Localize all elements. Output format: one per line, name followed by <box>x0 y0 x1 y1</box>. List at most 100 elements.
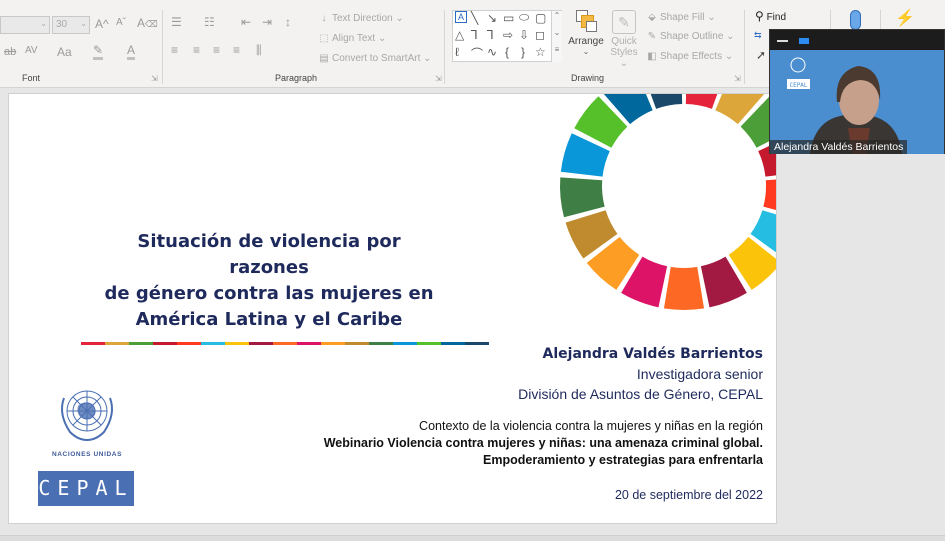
sdg-wheel-segment <box>663 266 705 310</box>
oval-shape-icon[interactable]: ⬭ <box>519 10 529 25</box>
participant-avatar: CEPAL <box>787 57 902 154</box>
minimize-video-icon[interactable] <box>777 40 788 42</box>
divider-color-segment <box>129 342 153 345</box>
video-title-bar[interactable] <box>770 30 944 50</box>
shape-effects-icon: ◧ <box>647 51 657 62</box>
arc-shape-icon[interactable]: ⌒ <box>471 45 483 62</box>
align-left-icon[interactable]: ≡ <box>171 43 178 57</box>
context-line: Contexto de la violencia contra la mujer… <box>419 419 763 433</box>
rounded-rect-shape-icon[interactable]: ▢ <box>535 11 546 25</box>
connector-shape-icon[interactable]: ⅂ <box>471 28 478 42</box>
svg-text:CEPAL: CEPAL <box>789 82 807 89</box>
drawing-dialog-launcher-icon[interactable]: ⇲ <box>734 74 741 83</box>
divider-color-segment <box>369 342 393 345</box>
font-size-value: 30 <box>56 19 68 30</box>
paragraph-group-label: Paragraph <box>275 73 318 83</box>
divider-color-segment <box>225 342 249 345</box>
video-call-window[interactable]: CEPAL Alejandra Valdés Barrientos <box>769 29 945 154</box>
paragraph-dialog-launcher-icon[interactable]: ⇲ <box>435 74 442 83</box>
author-name: Alejandra Valdés Barrientos <box>542 346 763 362</box>
divider-color-segment <box>441 342 465 345</box>
align-right-icon[interactable]: ≡ <box>213 43 220 57</box>
highlight-icon[interactable]: ✎ <box>93 43 104 60</box>
arrange-button[interactable]: Arrange ⌄ <box>568 10 604 56</box>
right-arrow-shape-icon[interactable]: ⇨ <box>503 28 513 42</box>
font-dialog-launcher-icon[interactable]: ⇲ <box>151 74 158 83</box>
rectangle-shape-icon[interactable]: ▭ <box>503 11 514 25</box>
gallery-more-icon[interactable]: ≡ <box>551 45 562 62</box>
bullets-icon[interactable]: ☰ <box>171 15 182 29</box>
participant-name: Alejandra Valdés Barrientos <box>770 140 908 154</box>
decrease-indent-icon[interactable]: ⇤ <box>241 15 251 29</box>
cepal-logo: CEPAL <box>38 471 134 506</box>
line-spacing-icon[interactable]: ↕ <box>285 15 291 29</box>
character-spacing-button[interactable]: AV <box>25 45 38 56</box>
un-emblem-icon <box>61 390 113 441</box>
shape-outline-button[interactable]: ✎ Shape Outline ⌄ <box>646 31 735 42</box>
designer-lightning-icon[interactable]: ⚡ <box>895 8 915 28</box>
restore-video-icon[interactable] <box>799 38 809 44</box>
author-division: División de Asuntos de Género, CEPAL <box>518 386 763 402</box>
author-role: Investigadora senior <box>636 366 763 382</box>
divider-color-segment <box>417 342 441 345</box>
clear-formatting-icon[interactable]: A⌫ <box>137 16 158 30</box>
change-case-button[interactable]: Aa <box>57 45 72 59</box>
divider-color-segment <box>321 342 345 345</box>
flowchart-shape-icon[interactable]: ◻ <box>535 28 545 42</box>
font-color-button[interactable]: A <box>127 43 136 60</box>
sdg-wheel-graphic <box>560 94 776 310</box>
divider-color-segment <box>273 342 297 345</box>
curve-shape-icon[interactable]: ∿ <box>487 45 497 59</box>
quick-styles-button[interactable]: ✎ Quick Styles ⌄ <box>606 10 642 69</box>
left-brace-shape-icon[interactable]: { <box>505 45 509 59</box>
divider-color-segment <box>249 342 273 345</box>
numbering-icon[interactable]: ☷ <box>204 15 215 29</box>
presentation-date: 20 de septiembre del 2022 <box>614 488 763 502</box>
elbow-arrow-shape-icon[interactable]: ⅂ <box>487 28 494 42</box>
divider-color-segment <box>81 342 105 345</box>
background-un-logo <box>790 57 806 73</box>
convert-smartart-button[interactable]: ▤ Convert to SmartArt ⌄ <box>318 53 431 64</box>
arrange-icon <box>574 10 598 34</box>
slide-canvas[interactable]: Situación de violencia por razones de gé… <box>8 93 777 524</box>
down-arrow-shape-icon[interactable]: ⇩ <box>519 28 529 42</box>
un-logo: Naciones Unidas <box>43 384 131 458</box>
chevron-down-icon: ⌄ <box>582 47 590 56</box>
webinar-line-2: Empoderamiento y estrategias para enfren… <box>483 453 763 467</box>
freeform-shape-icon[interactable]: ℓ <box>455 45 459 59</box>
context-block: Contexto de la violencia contra la mujer… <box>324 418 763 469</box>
shape-fill-button[interactable]: ⬙ Shape Fill ⌄ <box>646 12 716 23</box>
textbox-shape-icon[interactable]: A <box>455 11 468 23</box>
justify-icon[interactable]: ≡ <box>233 43 240 57</box>
font-group-label: Font <box>22 73 41 83</box>
arrow-line-shape-icon[interactable]: ↘ <box>487 11 497 25</box>
text-direction-button[interactable]: ↓ Text Direction ⌄ <box>318 13 404 24</box>
align-text-button[interactable]: ⬚ Align Text ⌄ <box>318 33 386 44</box>
dictate-microphone-icon[interactable] <box>850 10 861 30</box>
chevron-down-icon: ⌄ <box>80 19 87 28</box>
font-name-combo[interactable]: ⌄ <box>0 16 50 34</box>
star-shape-icon[interactable]: ☆ <box>535 45 546 59</box>
increase-indent-icon[interactable]: ⇥ <box>262 15 272 29</box>
select-cursor-icon[interactable]: ➚ <box>756 48 766 62</box>
columns-icon[interactable]: ⫼ <box>256 43 262 58</box>
font-size-combo[interactable]: 30 ⌄ <box>52 16 90 34</box>
replace-icon[interactable]: ⇆ <box>754 30 762 41</box>
un-label: Naciones Unidas <box>51 451 123 458</box>
shapes-gallery[interactable]: A ╲ ↘ ▭ ⬭ ▢ △ ⅂ ⅂ ⇨ ⇩ ◻ ℓ ⌒ ∿ { } ☆ <box>452 10 562 62</box>
gallery-scroll-down-icon[interactable]: ⌄ <box>551 28 562 45</box>
align-center-icon[interactable]: ≡ <box>193 43 200 57</box>
slide-title: Situación de violencia por razones de gé… <box>104 231 434 330</box>
line-shape-icon[interactable]: ╲ <box>471 11 478 25</box>
divider-color-segment <box>297 342 321 345</box>
divider-color-segment <box>177 342 201 345</box>
author-block: Alejandra Valdés Barrientos Investigador… <box>518 344 763 404</box>
gallery-scroll-up-icon[interactable]: ⌃ <box>551 11 562 28</box>
grow-font-button[interactable]: A^ <box>95 17 109 31</box>
right-brace-shape-icon[interactable]: } <box>521 45 525 59</box>
triangle-shape-icon[interactable]: △ <box>455 28 464 42</box>
find-button[interactable]: ⚲ Find <box>755 9 786 23</box>
strikethrough-button[interactable]: ab <box>4 46 16 58</box>
shrink-font-button[interactable]: Aˇ <box>116 17 126 28</box>
shape-effects-button[interactable]: ◧ Shape Effects ⌄ <box>646 51 733 62</box>
